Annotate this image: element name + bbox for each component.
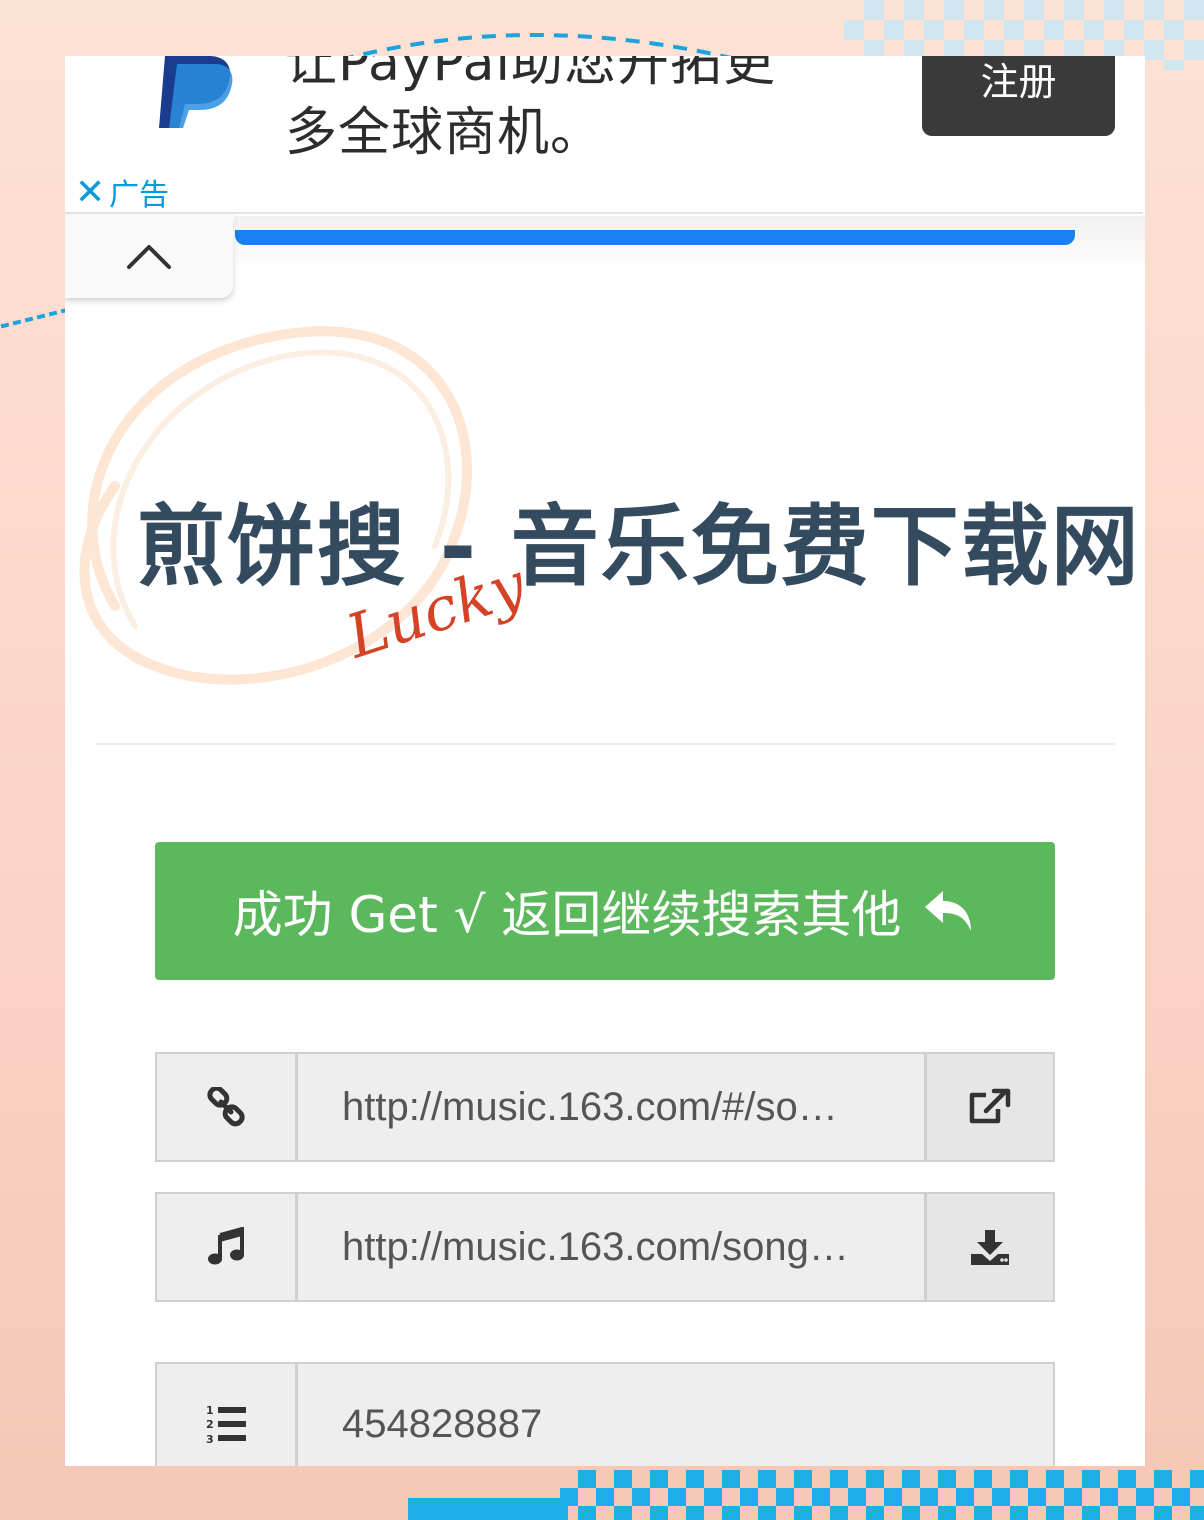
- ordered-list-icon: 12 3: [206, 1404, 246, 1446]
- link-addon: [157, 1054, 298, 1160]
- audio-url-field[interactable]: http://music.163.com/song…: [298, 1194, 924, 1300]
- external-link-icon: [969, 1088, 1011, 1124]
- link-icon: [207, 1087, 245, 1127]
- success-button-label: 成功 Get √ 返回继续搜索其他: [232, 886, 902, 944]
- music-note-icon: [208, 1227, 244, 1265]
- blue-strip: [408, 1498, 568, 1520]
- checker-pattern-bottom: [560, 1470, 1204, 1520]
- svg-text:2: 2: [206, 1418, 214, 1431]
- download-button[interactable]: [924, 1194, 1053, 1300]
- dashed-decoration: [0, 307, 70, 329]
- success-return-button[interactable]: 成功 Get √ 返回继续搜索其他: [155, 842, 1055, 980]
- audio-url-row: http://music.163.com/song…: [155, 1192, 1055, 1302]
- ad-headline-line2: 多全球商机。: [285, 103, 604, 163]
- main-panel: 让PayPal助您开拓更 多全球商机。 注册 ✕ 广告 煎饼搜 - 音乐免费下载…: [65, 56, 1145, 1466]
- song-id-field[interactable]: 454828887: [298, 1364, 1053, 1466]
- site-header: 煎饼搜 - 音乐免费下载网 Lucky: [65, 286, 1145, 756]
- source-url-row: http://music.163.com/#/so…: [155, 1052, 1055, 1162]
- download-icon: [971, 1230, 1009, 1265]
- progress-bar: [235, 230, 1075, 245]
- site-title: 煎饼搜 - 音乐免费下载网: [137, 495, 1141, 598]
- ad-headline-line1: 让PayPal助您开拓更: [285, 56, 776, 93]
- ad-register-button[interactable]: 注册: [922, 56, 1115, 136]
- section-divider: [95, 743, 1115, 745]
- ad-headline: 让PayPal助您开拓更 多全球商机。: [285, 56, 885, 168]
- ad-label: 广告: [109, 178, 170, 213]
- svg-text:3: 3: [206, 1433, 214, 1446]
- ad-banner[interactable]: 让PayPal助您开拓更 多全球商机。 注册 ✕ 广告: [65, 56, 1143, 214]
- music-addon: [157, 1194, 298, 1300]
- paypal-logo-icon: [159, 56, 233, 128]
- list-addon: 12 3: [157, 1364, 298, 1466]
- song-id-row: 12 3 454828887: [155, 1362, 1055, 1466]
- source-url-field[interactable]: http://music.163.com/#/so…: [298, 1054, 924, 1160]
- close-icon[interactable]: ✕: [75, 172, 105, 213]
- svg-text:1: 1: [206, 1404, 214, 1417]
- reply-icon: [925, 891, 972, 931]
- chevron-up-icon: [127, 245, 171, 269]
- ad-close-control[interactable]: ✕ 广告: [75, 170, 169, 214]
- open-link-button[interactable]: [924, 1054, 1053, 1160]
